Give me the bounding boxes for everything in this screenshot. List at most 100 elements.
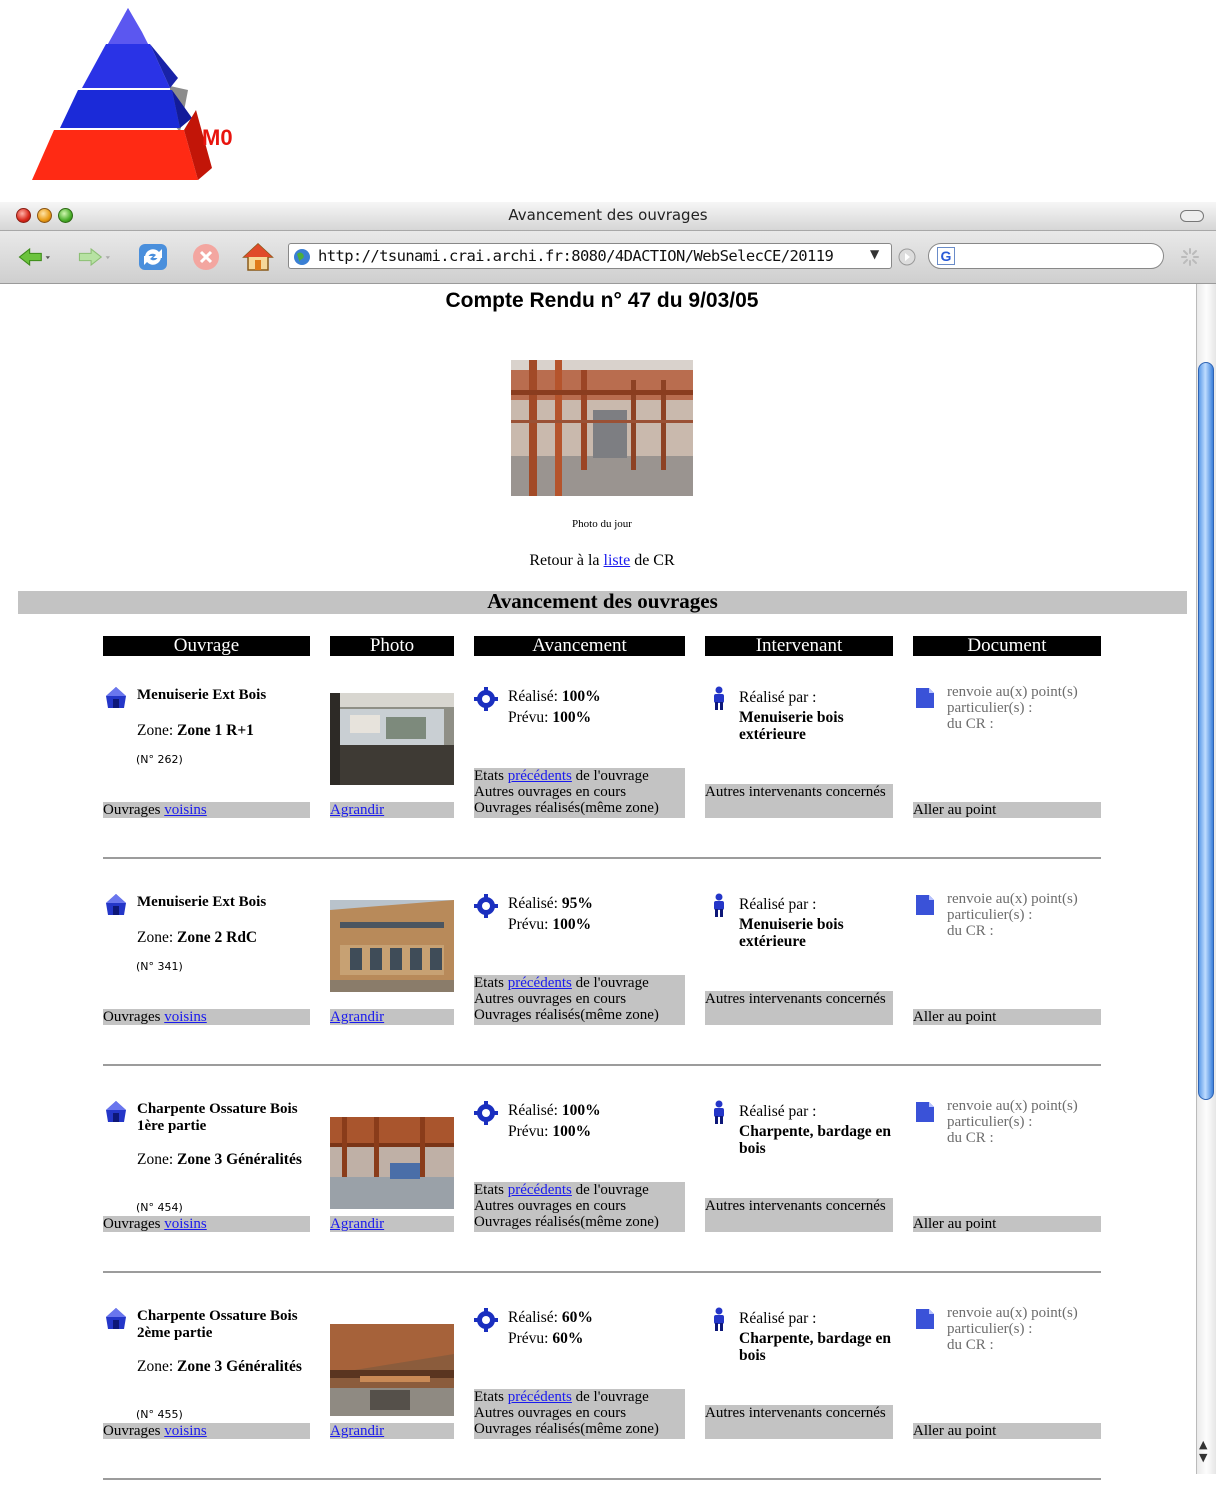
precedents-link[interactable]: précédents <box>508 1389 572 1405</box>
document-icon <box>916 895 934 915</box>
ouvrage-row: Menuiserie Ext Bois Zone: Zone 1 R+1 (N°… <box>0 677 1204 884</box>
realise-line: Réalisé: 100% <box>508 1102 601 1120</box>
autres-en-cours-link[interactable]: Autres ouvrages en cours <box>474 784 685 800</box>
ouvrage-house-icon <box>106 1101 126 1122</box>
ouvrage-house-icon <box>106 1308 126 1329</box>
doc-text-1: renvoie au(x) point(s) <box>947 684 1078 700</box>
etats-label: Etats <box>474 1182 504 1198</box>
zone-value: Zone 3 Généralités <box>177 1151 302 1168</box>
aller-point-link[interactable]: Aller au point <box>913 1423 996 1439</box>
intervenant-name: Menuiserie bois extérieure <box>739 709 844 743</box>
ouvrages-label: Ouvrages <box>103 1009 161 1025</box>
realise-label: Réalisé: <box>508 895 558 912</box>
retour-prefix: Retour à la <box>529 552 600 569</box>
column-header-intervenant: Intervenant <box>705 636 893 656</box>
forward-button[interactable] <box>78 242 110 272</box>
realise-line: Réalisé: 60% <box>508 1309 593 1327</box>
realise-line: Réalisé: 95% <box>508 895 593 913</box>
voisins-link[interactable]: voisins <box>164 1423 207 1439</box>
prevu-line: Prévu: 60% <box>508 1330 583 1348</box>
search-input[interactable] <box>928 243 1164 269</box>
ouvrage-house-icon <box>106 894 126 915</box>
ouvrages-label: Ouvrages <box>103 1423 161 1439</box>
voisins-link[interactable]: voisins <box>164 1009 207 1025</box>
realises-zone-link[interactable]: Ouvrages réalisés(même zone) <box>474 800 685 816</box>
autres-intervenants-link[interactable]: Autres intervenants concernés <box>705 1405 886 1421</box>
toolbar-toggle-button[interactable] <box>1180 210 1204 222</box>
reload-icon <box>139 244 167 270</box>
ouvrage-name: Charpente Ossature Bois 1ère partie <box>137 1101 298 1134</box>
realise-value: 95% <box>561 895 593 912</box>
document-icon <box>916 1102 934 1122</box>
agrandir-link[interactable]: Agrandir <box>330 1009 384 1025</box>
precedents-link[interactable]: précédents <box>508 768 572 784</box>
stop-icon <box>193 244 219 270</box>
ouvrage-number: (N° 454) <box>136 1201 183 1214</box>
gear-icon <box>474 1101 498 1125</box>
realises-zone-link[interactable]: Ouvrages réalisés(même zone) <box>474 1007 685 1023</box>
forward-arrow-icon <box>78 247 110 267</box>
gear-icon <box>474 687 498 711</box>
intervenant-name: Charpente, bardage en bois <box>739 1330 891 1364</box>
doc-text-2: particulier(s) : <box>947 907 1033 923</box>
realise-par-label: Réalisé par : <box>739 1310 817 1327</box>
doc-text-2: particulier(s) : <box>947 700 1033 716</box>
aller-point-link[interactable]: Aller au point <box>913 802 996 818</box>
realise-value: 100% <box>561 1102 601 1119</box>
etats-bar: Etats précédents de l'ouvrage Autres ouv… <box>474 768 685 818</box>
home-button[interactable] <box>242 242 274 272</box>
globe-icon <box>294 249 310 265</box>
realise-label: Réalisé: <box>508 1102 558 1119</box>
person-icon <box>714 686 724 710</box>
realise-label: Réalisé: <box>508 1309 558 1326</box>
ouvrage-photo[interactable] <box>330 900 454 992</box>
intervenant-name: Menuiserie bois extérieure <box>739 916 844 950</box>
row-separator <box>103 1478 1101 1480</box>
photo-of-the-day[interactable] <box>511 360 693 496</box>
prevu-value: 60% <box>552 1330 584 1347</box>
back-button[interactable] <box>18 242 50 272</box>
person-icon <box>714 1307 724 1331</box>
google-search-icon[interactable]: G <box>937 247 955 265</box>
window-title: Avancement des ouvrages <box>508 206 708 224</box>
realises-zone-link[interactable]: Ouvrages réalisés(même zone) <box>474 1214 685 1230</box>
doc-text-3: du CR : <box>947 1337 994 1353</box>
agrandir-link[interactable]: Agrandir <box>330 1216 384 1232</box>
ouvrage-zone: Zone: Zone 2 RdC <box>137 929 307 946</box>
realises-zone-link[interactable]: Ouvrages réalisés(même zone) <box>474 1421 685 1437</box>
precedents-link[interactable]: précédents <box>508 1182 572 1198</box>
autres-intervenants-bar: Autres intervenants concernés <box>705 1405 893 1439</box>
reload-button[interactable] <box>137 242 169 272</box>
list-link[interactable]: liste <box>604 552 631 569</box>
autres-en-cours-link[interactable]: Autres ouvrages en cours <box>474 1198 685 1214</box>
autres-intervenants-link[interactable]: Autres intervenants concernés <box>705 991 886 1007</box>
gear-icon <box>474 894 498 918</box>
autres-en-cours-link[interactable]: Autres ouvrages en cours <box>474 1405 685 1421</box>
etats-bar: Etats précédents de l'ouvrage Autres ouv… <box>474 1182 685 1232</box>
autres-en-cours-link[interactable]: Autres ouvrages en cours <box>474 991 685 1007</box>
prevu-label: Prévu: <box>508 916 549 933</box>
doc-text-3: du CR : <box>947 1130 994 1146</box>
de-ouvrage-label: de l'ouvrage <box>575 1389 649 1405</box>
go-button-icon[interactable] <box>898 248 916 266</box>
voisins-link[interactable]: voisins <box>164 1216 207 1232</box>
agrandir-link[interactable]: Agrandir <box>330 802 384 818</box>
retour-suffix: de CR <box>634 552 675 569</box>
document-icon <box>916 688 934 708</box>
stop-button[interactable] <box>190 242 222 272</box>
precedents-link[interactable]: précédents <box>508 975 572 991</box>
realise-value: 100% <box>561 688 601 705</box>
autres-intervenants-link[interactable]: Autres intervenants concernés <box>705 784 886 800</box>
url-text[interactable]: http://tsunami.crai.archi.fr:8080/4DACTI… <box>318 247 834 265</box>
agrandir-link[interactable]: Agrandir <box>330 1423 384 1439</box>
autres-intervenants-link[interactable]: Autres intervenants concernés <box>705 1198 886 1214</box>
aller-point-link[interactable]: Aller au point <box>913 1009 996 1025</box>
etats-label: Etats <box>474 1389 504 1405</box>
aller-point-link[interactable]: Aller au point <box>913 1216 996 1232</box>
voisins-link[interactable]: voisins <box>164 802 207 818</box>
ouvrage-photo[interactable] <box>330 1117 454 1209</box>
ouvrage-photo[interactable] <box>330 693 454 785</box>
url-dropdown-icon[interactable]: ▼ <box>870 247 879 261</box>
ouvrage-photo[interactable] <box>330 1324 454 1416</box>
prevu-line: Prévu: 100% <box>508 709 591 727</box>
